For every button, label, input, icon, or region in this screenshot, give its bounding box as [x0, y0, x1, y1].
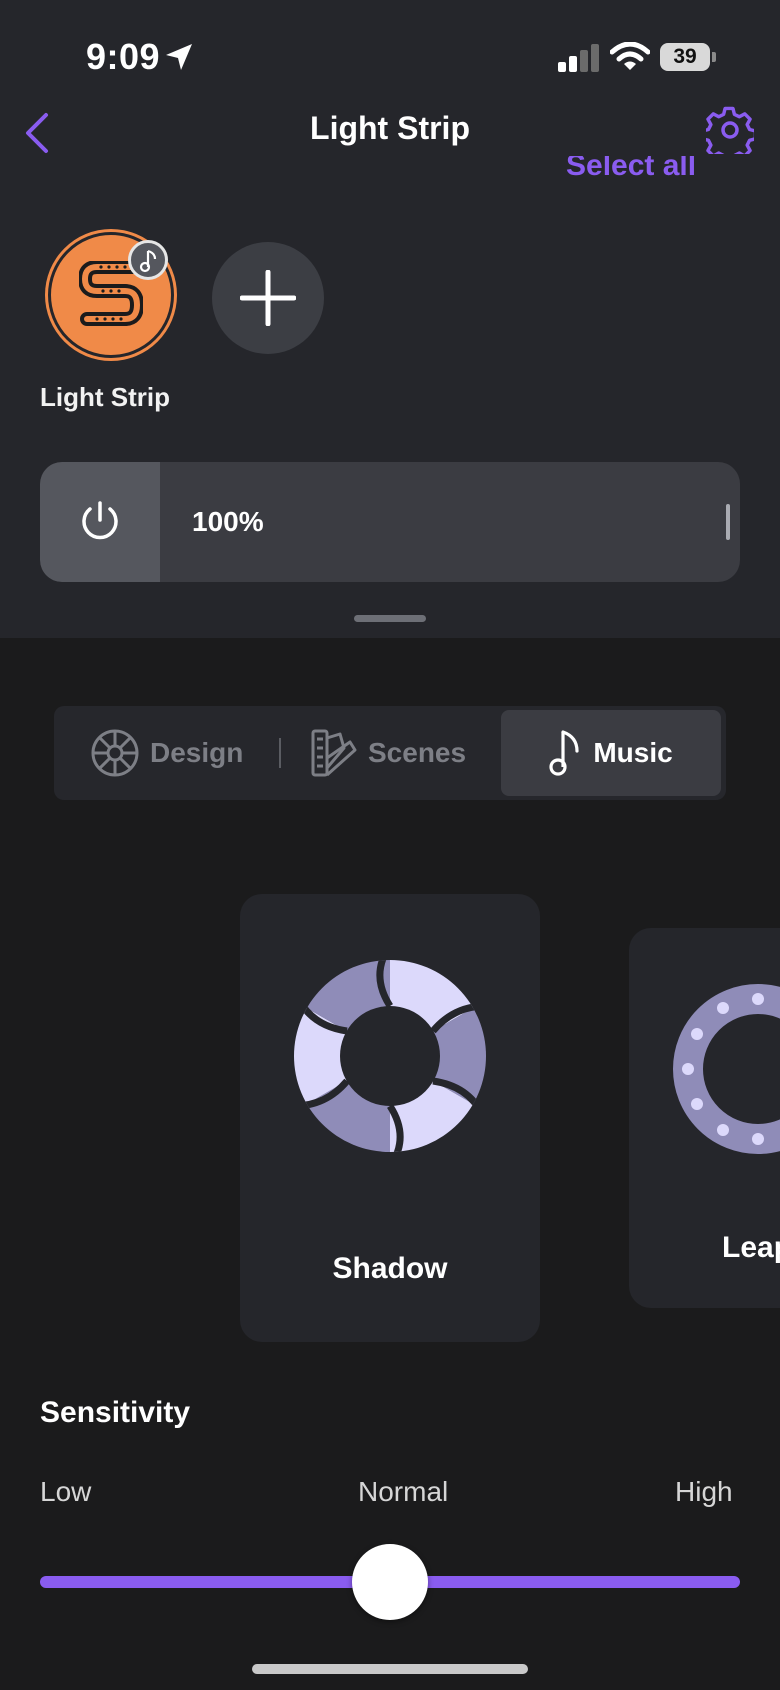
aperture-icon [294, 960, 486, 1152]
battery-icon: 39 [660, 43, 710, 71]
music-mode-card-leap[interactable]: Leap [629, 928, 780, 1308]
music-mode-card-shadow[interactable]: Shadow [240, 894, 540, 1342]
battery-tip [712, 52, 716, 62]
wifi-icon [610, 42, 650, 70]
music-note-icon [139, 249, 157, 273]
brightness-value: 100% [192, 506, 264, 537]
select-all-link[interactable]: Select all [566, 156, 696, 182]
home-indicator [252, 1664, 528, 1674]
tab-music-label: Music [593, 737, 673, 768]
sensitivity-title: Sensitivity [40, 1396, 191, 1429]
page-title: Light Strip [310, 110, 470, 146]
device-panel: 9:09 39 Light Strip Select all Light Str… [0, 0, 780, 638]
tab-design[interactable]: Design [90, 710, 243, 796]
tab-music[interactable]: Music [501, 710, 721, 796]
add-device-button[interactable] [212, 242, 324, 354]
sensitivity-normal-label: Normal [358, 1476, 449, 1507]
cellular-signal-icon [558, 44, 599, 72]
location-arrow-icon [166, 44, 192, 70]
color-wheel-icon [91, 729, 139, 777]
power-button[interactable] [40, 462, 160, 582]
sensitivity-low-label: Low [40, 1476, 92, 1507]
panel-drag-handle[interactable] [354, 615, 426, 622]
music-mode-name: Leap [722, 1231, 780, 1264]
app-screen: 9:09 39 Light Strip Select all Light Str… [0, 0, 780, 1690]
mode-tabs: Design Scenes Music [54, 706, 726, 800]
music-mode-name: Shadow [332, 1252, 448, 1285]
status-time: 9:09 [86, 36, 161, 77]
brightness-slider[interactable]: 100% [40, 462, 740, 582]
sensitivity-slider-thumb[interactable] [352, 1544, 428, 1620]
music-note-icon [549, 730, 579, 776]
tab-design-label: Design [150, 737, 244, 768]
power-icon [82, 501, 118, 540]
ring-dots-icon [673, 984, 780, 1154]
device-label: Light Strip [40, 382, 170, 412]
swatch-icon [311, 729, 357, 777]
tab-divider [279, 738, 281, 768]
gear-icon[interactable] [706, 106, 754, 154]
sensitivity-high-label: High [675, 1476, 733, 1507]
brightness-handle[interactable] [726, 504, 730, 540]
plus-icon [240, 270, 296, 326]
tab-scenes-label: Scenes [368, 737, 467, 768]
tab-scenes[interactable]: Scenes [310, 710, 466, 796]
music-mode-badge [128, 240, 168, 280]
